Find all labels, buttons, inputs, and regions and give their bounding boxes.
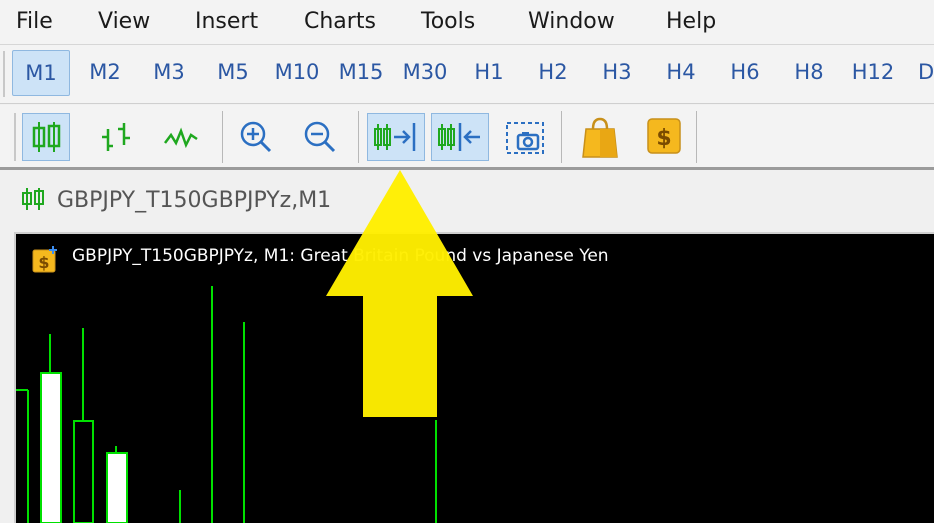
tf-h3[interactable]: H3 (590, 50, 644, 94)
screenshot-icon[interactable] (501, 113, 549, 161)
candle-body (106, 452, 128, 523)
toolbar-grip[interactable] (3, 51, 5, 97)
toolbar-separator (358, 111, 359, 163)
chart-tab-icon (20, 186, 46, 212)
tf-h1[interactable]: H1 (462, 50, 516, 94)
tf-m2[interactable]: M2 (78, 50, 132, 94)
chart-tab-label[interactable]: GBPJPY_T150GBPJPYz,M1 (57, 188, 331, 213)
menu-insert[interactable]: Insert (195, 8, 258, 36)
candles-layer (16, 286, 437, 523)
line-chart-icon[interactable] (157, 113, 205, 161)
candle-body (73, 420, 94, 523)
svg-text:$: $ (656, 126, 671, 151)
candle-body (40, 372, 62, 523)
bar-chart-icon[interactable] (92, 113, 140, 161)
tf-h8[interactable]: H8 (782, 50, 836, 94)
menu-window[interactable]: Window (528, 8, 615, 36)
market-bag-icon[interactable] (576, 113, 624, 161)
tf-m15[interactable]: M15 (334, 50, 388, 94)
toolbar-separator (222, 111, 223, 163)
tf-d1[interactable]: D (918, 50, 934, 94)
toolbar-separator (561, 111, 562, 163)
tf-h6[interactable]: H6 (718, 50, 772, 94)
toolbar-separator (696, 111, 697, 163)
menu-charts[interactable]: Charts (304, 8, 376, 36)
tf-m3[interactable]: M3 (142, 50, 196, 94)
signals-dollar-icon[interactable]: $ (640, 113, 688, 161)
menu-help[interactable]: Help (666, 8, 716, 36)
chart-toolbar: $ (0, 105, 934, 170)
chart-window[interactable]: $ GBPJPY_T150GBPJPYz, M1: Great Britain … (14, 232, 934, 523)
tf-m30[interactable]: M30 (398, 50, 452, 94)
toolbar-grip[interactable] (14, 113, 16, 161)
zoom-in-icon[interactable] (232, 113, 280, 161)
zoom-out-icon[interactable] (296, 113, 344, 161)
timeframe-toolbar: M1 M2 M3 M5 M10 M15 M30 H1 H2 H3 H4 H6 H… (0, 45, 934, 104)
menu-tools[interactable]: Tools (421, 8, 475, 36)
menu-bar: File View Insert Charts Tools Window Hel… (0, 0, 934, 45)
menu-view[interactable]: View (98, 8, 150, 36)
tf-m10[interactable]: M10 (270, 50, 324, 94)
auto-scroll-icon[interactable] (367, 113, 425, 161)
tf-h4[interactable]: H4 (654, 50, 708, 94)
candlesticks-icon[interactable] (22, 113, 70, 161)
tf-h2[interactable]: H2 (526, 50, 580, 94)
menu-file[interactable]: File (16, 8, 53, 36)
tf-h12[interactable]: H12 (846, 50, 900, 94)
tf-m5[interactable]: M5 (206, 50, 260, 94)
tf-m1[interactable]: M1 (12, 50, 70, 96)
chart-shift-icon[interactable] (431, 113, 489, 161)
